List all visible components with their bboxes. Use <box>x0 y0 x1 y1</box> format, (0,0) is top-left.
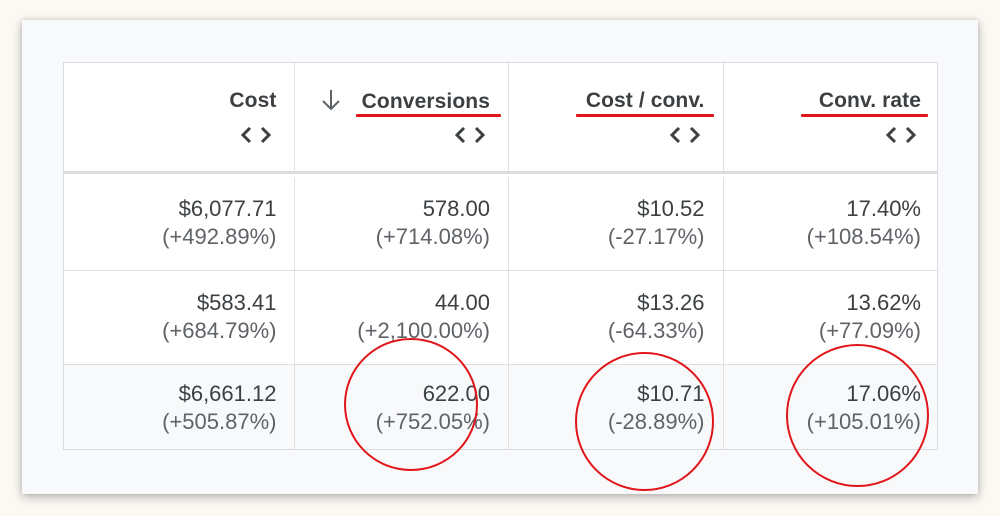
chevron-left-right-icon[interactable] <box>452 125 488 145</box>
column-header-label: Conversions <box>361 90 490 113</box>
cell-change: (-27.17%) <box>607 224 705 249</box>
cell-value: 13.62% <box>846 290 921 315</box>
cell-value: 44.00 <box>434 290 490 315</box>
table-cell-conv-rate: 17.40% (+108.54%) <box>724 177 938 270</box>
chevron-left-right-icon[interactable] <box>238 125 274 145</box>
cell-value: $13.26 <box>637 290 705 315</box>
table-cell-conversions: 578.00 (+714.08%) <box>295 177 509 270</box>
column-header-cost-per-conv[interactable]: Cost / conv. <box>509 63 724 171</box>
cell-value: 17.06% <box>846 381 921 406</box>
column-header-label: Conv. rate <box>818 89 921 112</box>
cell-change: (+108.54%) <box>806 224 921 249</box>
table-row[interactable]: $6,077.71 (+492.89%) 578.00 (+714.08%) $… <box>64 177 937 271</box>
total-cell-cost: $6,661.12 (+505.87%) <box>64 365 296 449</box>
cell-value: $6,661.12 <box>178 381 277 406</box>
cell-change: (-64.33%) <box>607 318 705 343</box>
cell-change: (+105.01%) <box>806 409 921 434</box>
column-header-conv-rate[interactable]: Conv. rate <box>724 63 938 171</box>
cell-value: $583.41 <box>196 290 277 315</box>
cell-change: (-28.89%) <box>607 409 705 434</box>
cell-value: 622.00 <box>422 381 490 406</box>
cell-change: (+2,100.00%) <box>357 318 490 343</box>
cell-change: (+714.08%) <box>375 224 490 249</box>
total-cell-conv-rate: 17.06% (+105.01%) <box>724 365 938 449</box>
chevron-left-right-icon[interactable] <box>883 125 919 145</box>
table-header-row: Cost Conversions Cost / conv. Conv. rate <box>64 63 937 174</box>
total-cell-cost-per-conv: $10.71 (-28.89%) <box>509 365 724 449</box>
cell-change: (+492.89%) <box>162 224 277 249</box>
table-cell-cost: $6,077.71 (+492.89%) <box>64 177 296 270</box>
metrics-table: Cost Conversions Cost / conv. Conv. rate <box>63 62 938 450</box>
cell-change: (+77.09%) <box>818 318 921 343</box>
table-cell-cost: $583.41 (+684.79%) <box>64 271 296 364</box>
column-header-label: Cost <box>229 89 277 112</box>
chevron-left-right-icon[interactable] <box>667 125 703 145</box>
cell-value: $10.52 <box>637 196 705 221</box>
table-cell-conv-rate: 13.62% (+77.09%) <box>724 271 938 364</box>
table-cell-cost-per-conv: $10.52 (-27.17%) <box>509 177 724 270</box>
table-row[interactable]: $583.41 (+684.79%) 44.00 (+2,100.00%) $1… <box>64 271 937 365</box>
total-cell-conversions: 622.00 (+752.05%) <box>295 365 509 449</box>
cell-value: $10.71 <box>637 381 705 406</box>
column-header-label: Cost / conv. <box>585 89 705 112</box>
cell-value: 578.00 <box>422 196 490 221</box>
table-cell-conversions: 44.00 (+2,100.00%) <box>295 271 509 364</box>
table-total-row: $6,661.12 (+505.87%) 622.00 (+752.05%) $… <box>64 365 937 449</box>
column-header-cost[interactable]: Cost <box>64 63 296 171</box>
cell-change: (+684.79%) <box>162 318 277 343</box>
cell-change: (+505.87%) <box>162 409 277 434</box>
cell-value: $6,077.71 <box>178 196 277 221</box>
arrow-down-icon[interactable] <box>322 89 340 111</box>
cell-change: (+752.05%) <box>375 409 490 434</box>
column-header-conversions[interactable]: Conversions <box>295 63 509 171</box>
table-cell-cost-per-conv: $13.26 (-64.33%) <box>509 271 724 364</box>
cell-value: 17.40% <box>846 196 921 221</box>
